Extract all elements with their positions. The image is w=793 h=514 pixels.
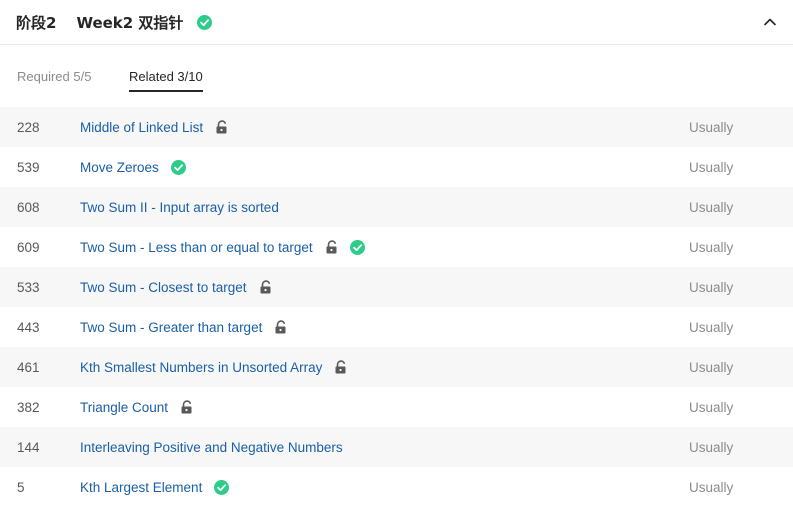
problem-id: 539	[17, 159, 40, 175]
frequency-label: Usually	[689, 159, 734, 175]
problem-row[interactable]: 461 Kth Smallest Numbers in Unsorted Arra…	[0, 347, 793, 387]
frequency-label: Usually	[689, 119, 734, 135]
problem-row[interactable]: 608 Two Sum II - Input array is sorted Usu…	[0, 187, 793, 227]
problem-row[interactable]: 5 Kth Largest Element Usually	[0, 467, 793, 507]
frequency-label: Usually	[689, 479, 734, 495]
frequency-label: Usually	[689, 319, 734, 335]
problem-title-link[interactable]: Triangle Count	[80, 400, 168, 415]
problem-id: 443	[17, 319, 40, 335]
problem-id: 608	[17, 199, 40, 215]
problem-row[interactable]: 443 Two Sum - Greater than target Usually	[0, 307, 793, 347]
frequency-label: Usually	[689, 239, 734, 255]
problem-title-group: Two Sum - Closest to target	[80, 280, 272, 295]
frequency-label: Usually	[689, 399, 734, 415]
problem-title-link[interactable]: Two Sum - Closest to target	[80, 280, 247, 295]
problem-title-link[interactable]: Two Sum - Less than or equal to target	[80, 240, 313, 255]
problem-id: 461	[17, 359, 40, 375]
problem-title-link[interactable]: Interleaving Positive and Negative Numbe…	[80, 440, 343, 455]
unlock-icon	[335, 360, 346, 374]
chevron-up-icon	[764, 18, 776, 26]
problem-row[interactable]: 144 Interleaving Positive and Negative Nu…	[0, 427, 793, 467]
problem-title-group: Two Sum II - Input array is sorted	[80, 200, 279, 215]
problem-id: 609	[17, 239, 40, 255]
solved-check-icon	[349, 239, 365, 255]
problem-id: 228	[17, 119, 40, 135]
problem-row[interactable]: 228 Middle of Linked List Usually	[0, 107, 793, 147]
problem-id: 533	[17, 279, 40, 295]
week-title: Week2 双指针	[76, 13, 184, 32]
problem-id: 5	[17, 479, 25, 495]
stage-label: 阶段2	[16, 13, 57, 32]
problem-title-group: Triangle Count	[80, 400, 193, 415]
problem-tabs: Required 5/5 Related 3/10	[0, 45, 793, 107]
frequency-label: Usually	[689, 279, 734, 295]
problem-title-group: Kth Smallest Numbers in Unsorted Array	[80, 360, 347, 375]
frequency-label: Usually	[689, 439, 734, 455]
unlock-icon	[275, 320, 286, 334]
problem-row[interactable]: 539 Move Zeroes Usually	[0, 147, 793, 187]
problem-title-link[interactable]: Kth Largest Element	[80, 480, 202, 495]
problem-title-link[interactable]: Middle of Linked List	[80, 120, 203, 135]
completed-check-icon	[197, 14, 213, 30]
problem-title-group: Middle of Linked List	[80, 120, 228, 135]
section-header[interactable]: 阶段2 Week2 双指针	[0, 0, 793, 45]
problem-title-link[interactable]: Two Sum - Greater than target	[80, 320, 262, 335]
frequency-label: Usually	[689, 359, 734, 375]
problem-title-link[interactable]: Kth Smallest Numbers in Unsorted Array	[80, 360, 322, 375]
collapse-button[interactable]	[761, 13, 779, 31]
solved-check-icon	[214, 479, 230, 495]
problem-list: 228 Middle of Linked List Usually 539 Move Z…	[0, 107, 793, 507]
problem-row[interactable]: 382 Triangle Count Usually	[0, 387, 793, 427]
unlock-icon	[181, 400, 192, 414]
problem-title-group: Two Sum - Less than or equal to target	[80, 239, 365, 255]
study-section-panel: 阶段2 Week2 双指针 Required 5/5 Related 3/10 …	[0, 0, 793, 514]
problem-title-link[interactable]: Move Zeroes	[80, 160, 159, 175]
problem-title-group: Move Zeroes	[80, 159, 186, 175]
problem-title-link[interactable]: Two Sum II - Input array is sorted	[80, 200, 279, 215]
problem-title-group: Kth Largest Element	[80, 479, 230, 495]
frequency-label: Usually	[689, 199, 734, 215]
unlock-icon	[326, 240, 337, 254]
problem-title-group: Interleaving Positive and Negative Numbe…	[80, 440, 343, 455]
problem-id: 382	[17, 399, 40, 415]
unlock-icon	[216, 120, 227, 134]
unlock-icon	[260, 280, 271, 294]
problem-title-group: Two Sum - Greater than target	[80, 320, 287, 335]
tab-related[interactable]: Related 3/10	[129, 69, 203, 92]
problem-id: 144	[17, 439, 40, 455]
solved-check-icon	[170, 159, 186, 175]
tab-required[interactable]: Required 5/5	[17, 69, 91, 90]
problem-row[interactable]: 609 Two Sum - Less than or equal to targe…	[0, 227, 793, 267]
problem-row[interactable]: 533 Two Sum - Closest to target Usually	[0, 267, 793, 307]
